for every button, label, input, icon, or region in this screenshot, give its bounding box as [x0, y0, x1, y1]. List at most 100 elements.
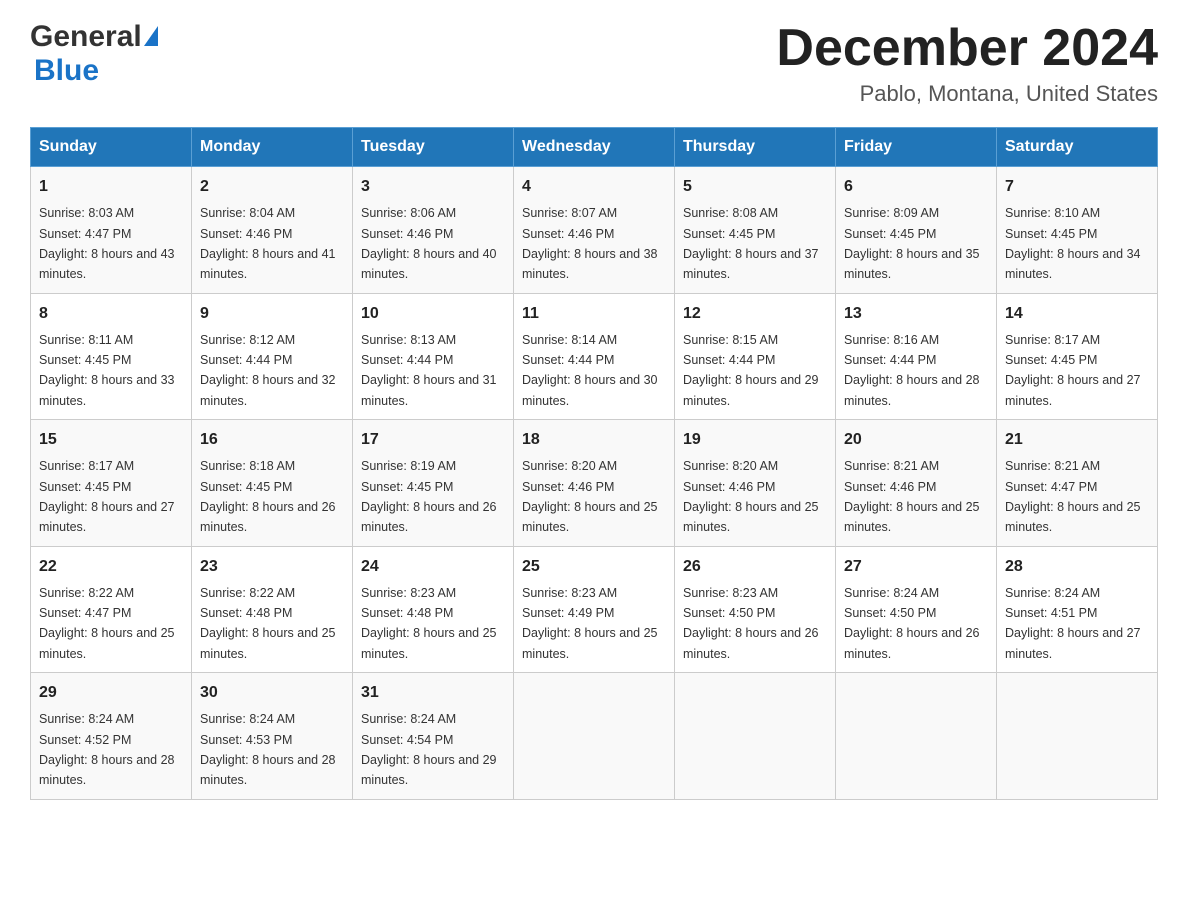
- logo: General Blue: [30, 20, 158, 88]
- day-number: 24: [361, 555, 505, 579]
- day-number: 12: [683, 302, 827, 326]
- calendar-cell: 4 Sunrise: 8:07 AMSunset: 4:46 PMDayligh…: [514, 167, 675, 294]
- calendar-cell: 16 Sunrise: 8:18 AMSunset: 4:45 PMDaylig…: [192, 420, 353, 547]
- day-number: 17: [361, 428, 505, 452]
- calendar-cell: 7 Sunrise: 8:10 AMSunset: 4:45 PMDayligh…: [997, 167, 1158, 294]
- col-wednesday: Wednesday: [514, 128, 675, 167]
- day-number: 27: [844, 555, 988, 579]
- calendar-cell: 2 Sunrise: 8:04 AMSunset: 4:46 PMDayligh…: [192, 167, 353, 294]
- day-number: 21: [1005, 428, 1149, 452]
- calendar-cell: 24 Sunrise: 8:23 AMSunset: 4:48 PMDaylig…: [353, 546, 514, 673]
- day-number: 25: [522, 555, 666, 579]
- day-number: 14: [1005, 302, 1149, 326]
- day-info: Sunrise: 8:17 AMSunset: 4:45 PMDaylight:…: [1005, 333, 1141, 408]
- logo-general: General: [30, 20, 142, 54]
- calendar-week-row: 1 Sunrise: 8:03 AMSunset: 4:47 PMDayligh…: [31, 167, 1158, 294]
- calendar-week-row: 8 Sunrise: 8:11 AMSunset: 4:45 PMDayligh…: [31, 293, 1158, 420]
- day-info: Sunrise: 8:07 AMSunset: 4:46 PMDaylight:…: [522, 206, 658, 281]
- calendar-cell: 17 Sunrise: 8:19 AMSunset: 4:45 PMDaylig…: [353, 420, 514, 547]
- calendar-cell: 28 Sunrise: 8:24 AMSunset: 4:51 PMDaylig…: [997, 546, 1158, 673]
- col-tuesday: Tuesday: [353, 128, 514, 167]
- calendar-cell: 29 Sunrise: 8:24 AMSunset: 4:52 PMDaylig…: [31, 673, 192, 800]
- day-info: Sunrise: 8:15 AMSunset: 4:44 PMDaylight:…: [683, 333, 819, 408]
- col-friday: Friday: [836, 128, 997, 167]
- day-number: 30: [200, 681, 344, 705]
- calendar-cell: 31 Sunrise: 8:24 AMSunset: 4:54 PMDaylig…: [353, 673, 514, 800]
- day-number: 9: [200, 302, 344, 326]
- day-info: Sunrise: 8:09 AMSunset: 4:45 PMDaylight:…: [844, 206, 980, 281]
- calendar-subtitle: Pablo, Montana, United States: [776, 81, 1158, 107]
- calendar-cell: [514, 673, 675, 800]
- day-number: 19: [683, 428, 827, 452]
- day-number: 3: [361, 175, 505, 199]
- day-number: 15: [39, 428, 183, 452]
- day-info: Sunrise: 8:06 AMSunset: 4:46 PMDaylight:…: [361, 206, 497, 281]
- calendar-cell: 26 Sunrise: 8:23 AMSunset: 4:50 PMDaylig…: [675, 546, 836, 673]
- day-info: Sunrise: 8:24 AMSunset: 4:51 PMDaylight:…: [1005, 586, 1141, 661]
- calendar-cell: 27 Sunrise: 8:24 AMSunset: 4:50 PMDaylig…: [836, 546, 997, 673]
- day-info: Sunrise: 8:22 AMSunset: 4:47 PMDaylight:…: [39, 586, 175, 661]
- calendar-week-row: 15 Sunrise: 8:17 AMSunset: 4:45 PMDaylig…: [31, 420, 1158, 547]
- calendar-cell: 21 Sunrise: 8:21 AMSunset: 4:47 PMDaylig…: [997, 420, 1158, 547]
- day-number: 8: [39, 302, 183, 326]
- day-info: Sunrise: 8:21 AMSunset: 4:46 PMDaylight:…: [844, 459, 980, 534]
- day-number: 23: [200, 555, 344, 579]
- calendar-cell: 22 Sunrise: 8:22 AMSunset: 4:47 PMDaylig…: [31, 546, 192, 673]
- day-number: 6: [844, 175, 988, 199]
- calendar-cell: 19 Sunrise: 8:20 AMSunset: 4:46 PMDaylig…: [675, 420, 836, 547]
- day-number: 7: [1005, 175, 1149, 199]
- day-number: 1: [39, 175, 183, 199]
- day-info: Sunrise: 8:17 AMSunset: 4:45 PMDaylight:…: [39, 459, 175, 534]
- day-number: 11: [522, 302, 666, 326]
- calendar-table: Sunday Monday Tuesday Wednesday Thursday…: [30, 127, 1158, 800]
- day-info: Sunrise: 8:19 AMSunset: 4:45 PMDaylight:…: [361, 459, 497, 534]
- calendar-cell: 9 Sunrise: 8:12 AMSunset: 4:44 PMDayligh…: [192, 293, 353, 420]
- day-info: Sunrise: 8:03 AMSunset: 4:47 PMDaylight:…: [39, 206, 175, 281]
- col-monday: Monday: [192, 128, 353, 167]
- calendar-cell: 30 Sunrise: 8:24 AMSunset: 4:53 PMDaylig…: [192, 673, 353, 800]
- day-info: Sunrise: 8:18 AMSunset: 4:45 PMDaylight:…: [200, 459, 336, 534]
- calendar-cell: [836, 673, 997, 800]
- day-info: Sunrise: 8:20 AMSunset: 4:46 PMDaylight:…: [683, 459, 819, 534]
- day-info: Sunrise: 8:22 AMSunset: 4:48 PMDaylight:…: [200, 586, 336, 661]
- calendar-cell: 23 Sunrise: 8:22 AMSunset: 4:48 PMDaylig…: [192, 546, 353, 673]
- title-block: December 2024 Pablo, Montana, United Sta…: [776, 20, 1158, 107]
- logo-triangle-icon: [144, 26, 158, 46]
- day-info: Sunrise: 8:10 AMSunset: 4:45 PMDaylight:…: [1005, 206, 1141, 281]
- day-info: Sunrise: 8:12 AMSunset: 4:44 PMDaylight:…: [200, 333, 336, 408]
- col-sunday: Sunday: [31, 128, 192, 167]
- calendar-week-row: 22 Sunrise: 8:22 AMSunset: 4:47 PMDaylig…: [31, 546, 1158, 673]
- col-thursday: Thursday: [675, 128, 836, 167]
- logo-blue: Blue: [34, 54, 99, 88]
- col-saturday: Saturday: [997, 128, 1158, 167]
- day-info: Sunrise: 8:24 AMSunset: 4:50 PMDaylight:…: [844, 586, 980, 661]
- calendar-cell: 1 Sunrise: 8:03 AMSunset: 4:47 PMDayligh…: [31, 167, 192, 294]
- page-header: General Blue December 2024 Pablo, Montan…: [30, 20, 1158, 107]
- day-info: Sunrise: 8:23 AMSunset: 4:49 PMDaylight:…: [522, 586, 658, 661]
- day-number: 26: [683, 555, 827, 579]
- day-info: Sunrise: 8:04 AMSunset: 4:46 PMDaylight:…: [200, 206, 336, 281]
- calendar-cell: 10 Sunrise: 8:13 AMSunset: 4:44 PMDaylig…: [353, 293, 514, 420]
- day-info: Sunrise: 8:14 AMSunset: 4:44 PMDaylight:…: [522, 333, 658, 408]
- day-number: 5: [683, 175, 827, 199]
- calendar-cell: 11 Sunrise: 8:14 AMSunset: 4:44 PMDaylig…: [514, 293, 675, 420]
- day-info: Sunrise: 8:21 AMSunset: 4:47 PMDaylight:…: [1005, 459, 1141, 534]
- calendar-header-row: Sunday Monday Tuesday Wednesday Thursday…: [31, 128, 1158, 167]
- calendar-cell: 3 Sunrise: 8:06 AMSunset: 4:46 PMDayligh…: [353, 167, 514, 294]
- day-number: 31: [361, 681, 505, 705]
- day-number: 22: [39, 555, 183, 579]
- calendar-cell: 12 Sunrise: 8:15 AMSunset: 4:44 PMDaylig…: [675, 293, 836, 420]
- calendar-cell: [675, 673, 836, 800]
- calendar-cell: 15 Sunrise: 8:17 AMSunset: 4:45 PMDaylig…: [31, 420, 192, 547]
- calendar-cell: 8 Sunrise: 8:11 AMSunset: 4:45 PMDayligh…: [31, 293, 192, 420]
- day-number: 2: [200, 175, 344, 199]
- day-info: Sunrise: 8:20 AMSunset: 4:46 PMDaylight:…: [522, 459, 658, 534]
- calendar-cell: 18 Sunrise: 8:20 AMSunset: 4:46 PMDaylig…: [514, 420, 675, 547]
- calendar-cell: 25 Sunrise: 8:23 AMSunset: 4:49 PMDaylig…: [514, 546, 675, 673]
- day-number: 20: [844, 428, 988, 452]
- calendar-cell: 6 Sunrise: 8:09 AMSunset: 4:45 PMDayligh…: [836, 167, 997, 294]
- day-info: Sunrise: 8:24 AMSunset: 4:52 PMDaylight:…: [39, 712, 175, 787]
- day-info: Sunrise: 8:24 AMSunset: 4:54 PMDaylight:…: [361, 712, 497, 787]
- calendar-cell: 20 Sunrise: 8:21 AMSunset: 4:46 PMDaylig…: [836, 420, 997, 547]
- day-number: 16: [200, 428, 344, 452]
